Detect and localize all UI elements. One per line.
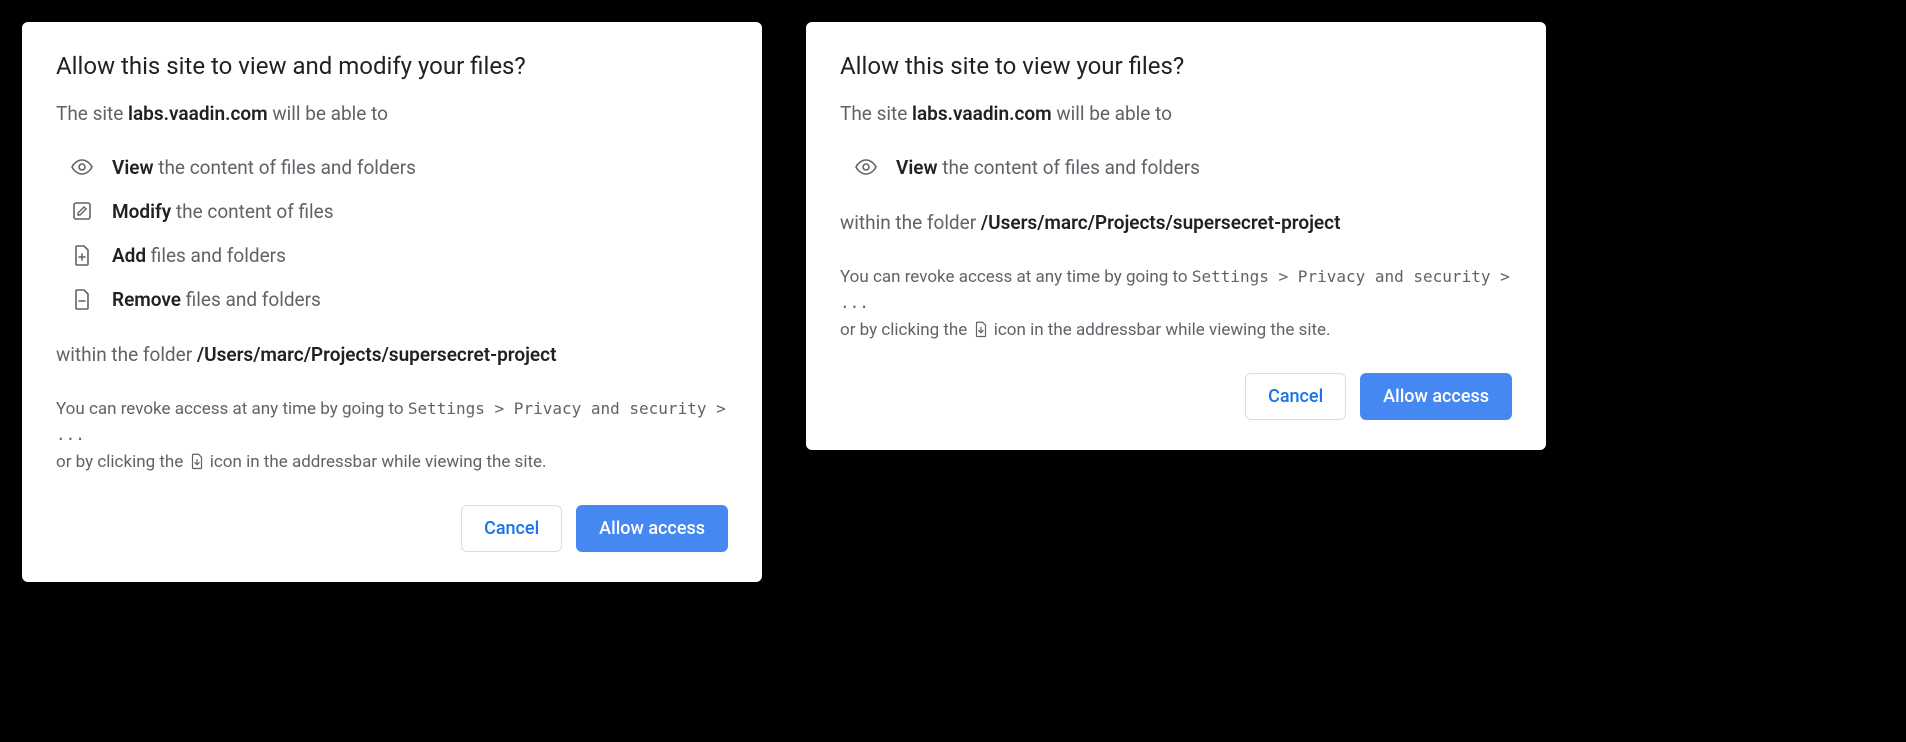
edit-icon [70,199,94,223]
revoke-line2b: icon in the addressbar while viewing the… [206,452,547,472]
cancel-button[interactable]: Cancel [461,505,562,552]
file-plus-icon [70,243,94,267]
permission-list: View the content of files and folders Mo… [56,145,728,321]
permission-verb: View [112,156,154,179]
allow-access-button[interactable]: Allow access [1360,373,1512,420]
subtitle-prefix: The site [840,102,912,125]
permission-view: View the content of files and folders [840,145,1512,189]
permission-rest: files and folders [181,288,321,311]
permission-rest: the content of files [171,200,333,223]
permission-modify: Modify the content of files [56,189,728,233]
permission-dialog-readonly: Allow this site to view your files? The … [806,22,1546,450]
permission-text: View the content of files and folders [896,156,1200,179]
file-arrow-icon [972,320,990,338]
folder-path: /Users/marc/Projects/supersecret-project [197,343,557,366]
permission-text: Add files and folders [112,244,286,267]
permission-verb: Remove [112,288,181,311]
permission-view: View the content of files and folders [56,145,728,189]
subtitle-prefix: The site [56,102,128,125]
revoke-line2b: icon in the addressbar while viewing the… [990,320,1331,340]
folder-prefix: within the folder [56,343,197,366]
permission-rest: the content of files and folders [154,156,416,179]
permission-list: View the content of files and folders [840,145,1512,189]
revoke-line2a: or by clicking the [56,452,188,472]
permission-add: Add files and folders [56,233,728,277]
permission-rest: files and folders [146,244,286,267]
cancel-button[interactable]: Cancel [1245,373,1346,420]
dialog-subtitle: The site labs.vaadin.com will be able to [840,102,1512,125]
subtitle-suffix: will be able to [1052,102,1172,125]
eye-icon [854,155,878,179]
revoke-prefix: You can revoke access at any time by goi… [56,399,408,419]
permission-dialog-readwrite: Allow this site to view and modify your … [22,22,762,582]
permission-text: Modify the content of files [112,200,334,223]
revoke-prefix: You can revoke access at any time by goi… [840,267,1192,287]
permission-verb: Add [112,244,146,267]
subtitle-suffix: will be able to [268,102,388,125]
permission-text: View the content of files and folders [112,156,416,179]
revoke-line2a: or by clicking the [840,320,972,340]
file-minus-icon [70,287,94,311]
revoke-text: You can revoke access at any time by goi… [56,396,728,475]
permission-verb: View [896,156,938,179]
folder-prefix: within the folder [840,211,981,234]
permission-verb: Modify [112,200,171,223]
dialog-subtitle: The site labs.vaadin.com will be able to [56,102,728,125]
permission-text: Remove files and folders [112,288,321,311]
allow-access-button[interactable]: Allow access [576,505,728,552]
button-row: Cancel Allow access [56,505,728,552]
folder-line: within the folder /Users/marc/Projects/s… [840,211,1512,234]
file-arrow-icon [188,452,206,470]
folder-path: /Users/marc/Projects/supersecret-project [981,211,1341,234]
dialog-title: Allow this site to view and modify your … [56,52,728,80]
site-domain: labs.vaadin.com [128,102,268,125]
revoke-text: You can revoke access at any time by goi… [840,264,1512,343]
folder-line: within the folder /Users/marc/Projects/s… [56,343,728,366]
permission-remove: Remove files and folders [56,277,728,321]
button-row: Cancel Allow access [840,373,1512,420]
permission-rest: the content of files and folders [938,156,1200,179]
site-domain: labs.vaadin.com [912,102,1052,125]
dialog-title: Allow this site to view your files? [840,52,1512,80]
eye-icon [70,155,94,179]
